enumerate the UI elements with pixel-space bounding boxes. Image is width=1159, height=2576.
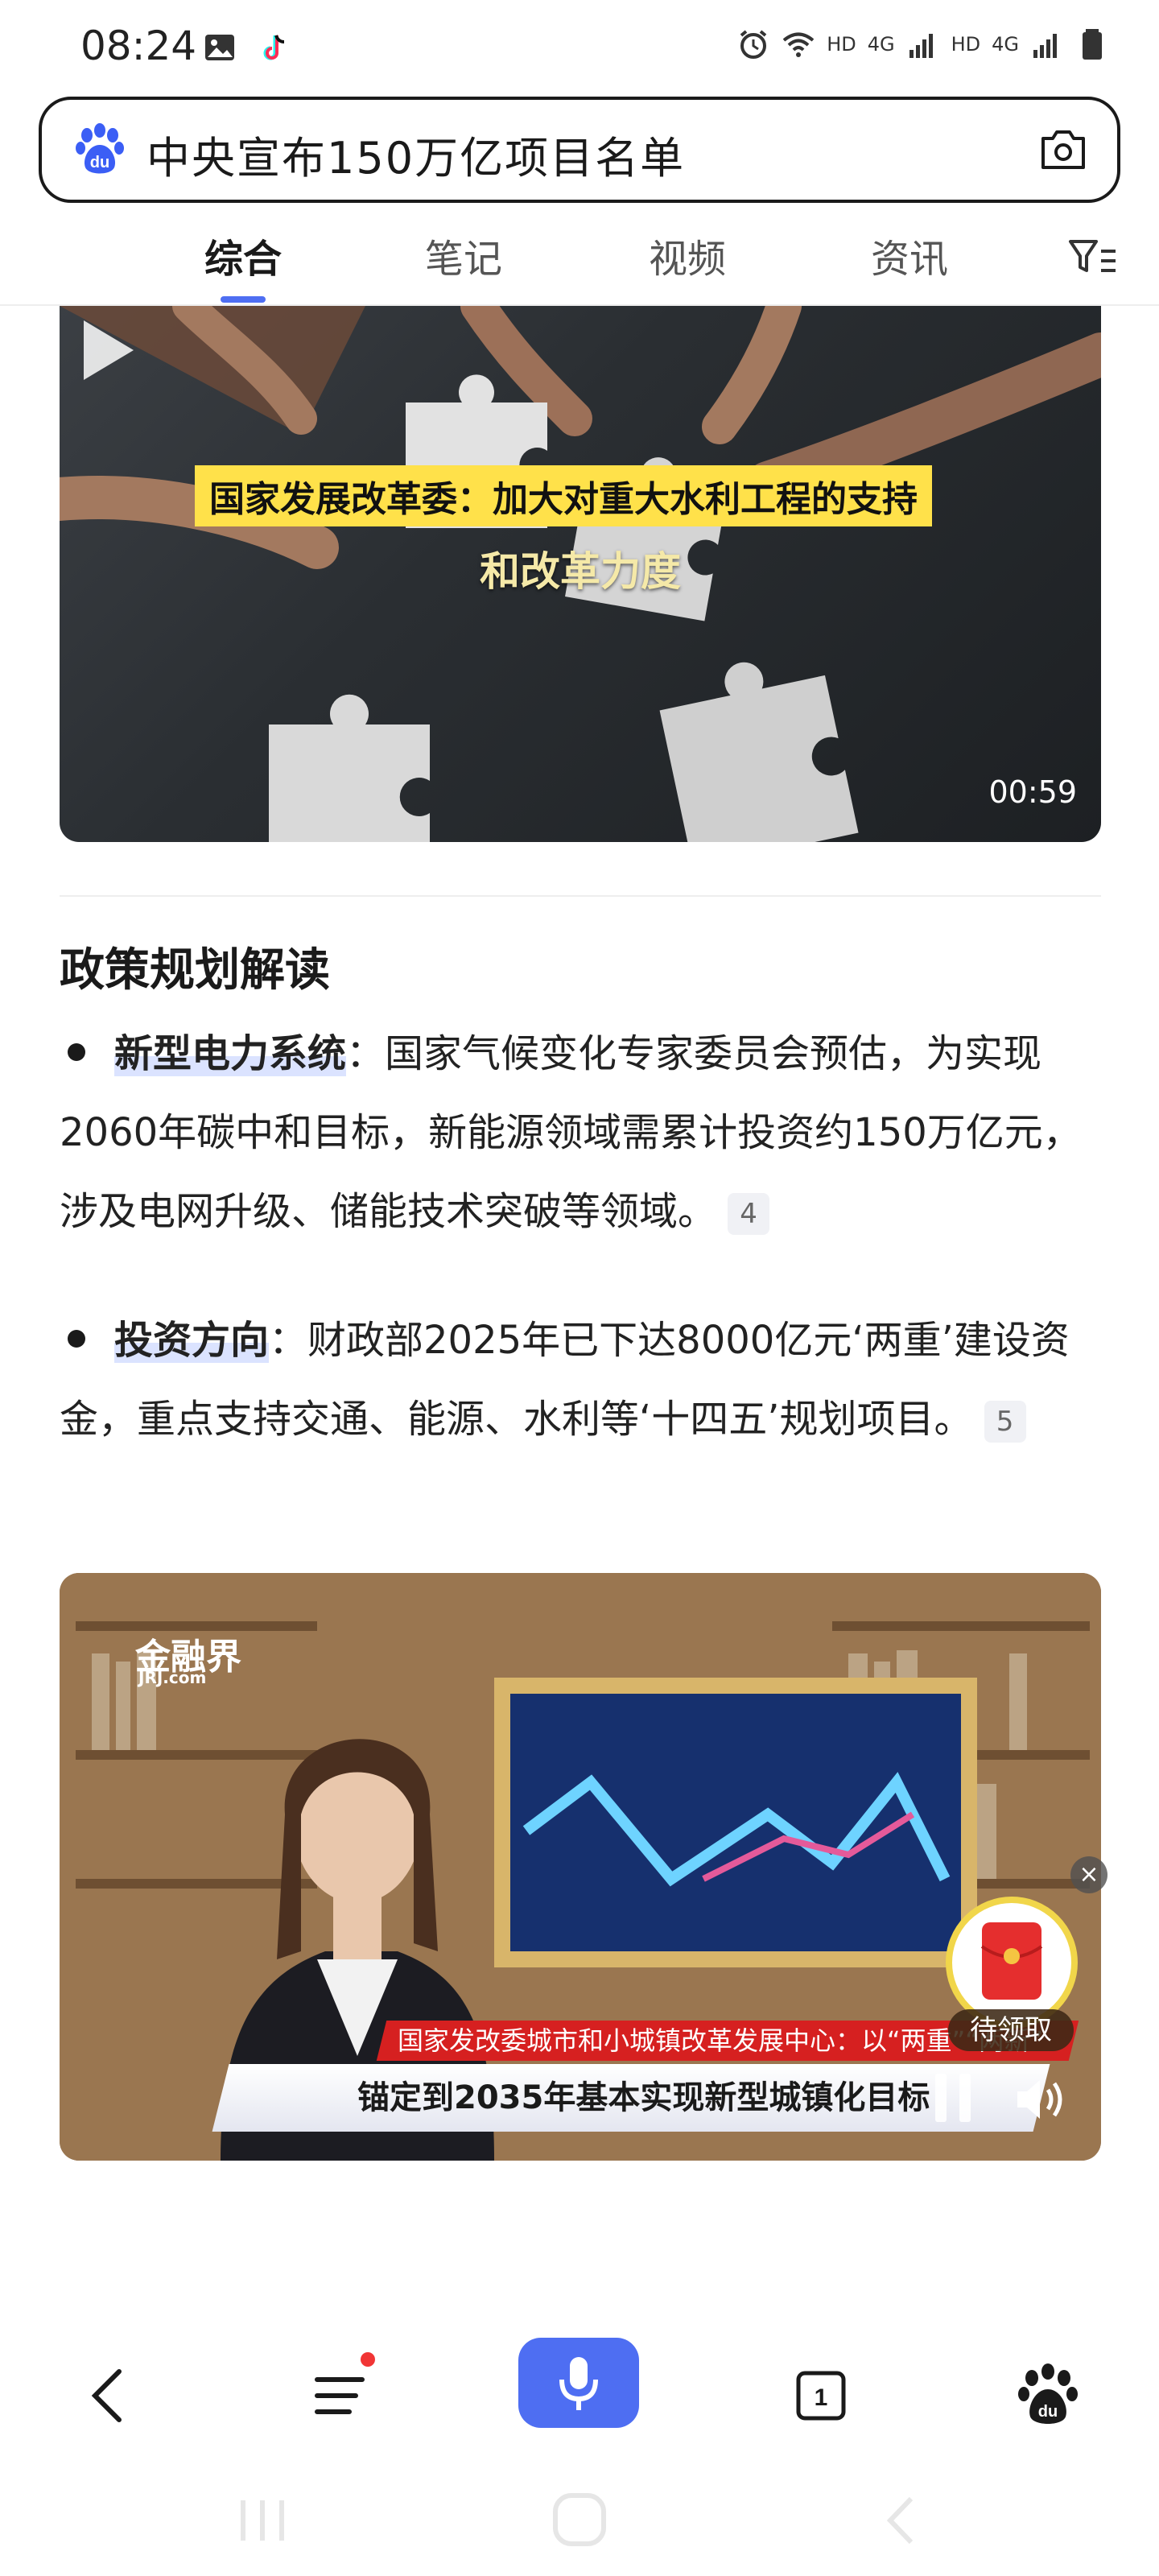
reference-badge[interactable]: 5 <box>984 1401 1026 1443</box>
volume-icon[interactable] <box>1013 2074 1069 2125</box>
alarm-icon <box>740 30 767 59</box>
reference-badge[interactable]: 4 <box>728 1193 770 1235</box>
tab-videos[interactable]: 视频 <box>649 227 726 283</box>
red-packet-label[interactable]: 待领取 <box>948 2009 1074 2051</box>
baidu-home-icon[interactable]: du <box>1008 2355 1088 2436</box>
tab-notes[interactable]: 笔记 <box>425 227 502 283</box>
network-label-hd2: HD <box>951 33 981 56</box>
tabs-icon[interactable]: 1 <box>781 2355 861 2436</box>
recent-apps-icon[interactable] <box>230 2492 295 2549</box>
home-icon[interactable] <box>549 2489 610 2550</box>
microphone-icon <box>559 2357 598 2410</box>
gallery-icon <box>205 35 234 60</box>
back-icon[interactable] <box>69 2355 150 2436</box>
play-icon[interactable] <box>60 306 148 394</box>
filter-icon[interactable] <box>1067 235 1119 280</box>
close-icon[interactable]: × <box>1070 1856 1107 1893</box>
search-query[interactable]: 中央宣布150万亿项目名单 <box>146 122 685 186</box>
video1-caption-line2: 和改革力度 <box>480 548 681 595</box>
bottom-nav: 1 du <box>0 2323 1159 2468</box>
status-notification-icons <box>203 31 291 64</box>
signal-icon <box>909 34 933 58</box>
network-label-4g2: 4G <box>992 33 1019 56</box>
tab-comprehensive[interactable]: 综合 <box>204 227 282 283</box>
baidu-logo-text: du <box>90 154 109 171</box>
network-label-hd1: HD <box>827 33 856 56</box>
video-player-1[interactable]: 国家发展改革委：加大对重大水利工程的支持 和改革力度 00:59 <box>60 306 1101 842</box>
signal-icon-2 <box>1033 34 1057 58</box>
battery-icon <box>1083 29 1102 60</box>
bullet-dot <box>68 1330 85 1348</box>
camera-icon[interactable] <box>1037 124 1090 177</box>
tiktok-icon <box>263 35 285 60</box>
video1-caption-line1: 国家发展改革委：加大对重大水利工程的支持 <box>195 465 932 526</box>
search-bar[interactable]: du 中央宣布150万亿项目名单 <box>39 97 1120 203</box>
baidu-home-logo-text: du <box>1038 2403 1058 2421</box>
news-ticker-main: 锚定到2035年基本实现新型城镇化目标 <box>212 2064 1050 2132</box>
video-player-2[interactable]: 金融界 JRJ.com 国家发改委城市和小城镇改革发展中心：以“两重”“两新” … <box>60 1573 1101 2161</box>
bullet-item-1: 新型电力系统：国家气候变化专家委员会预估，为实现2060年碳中和目标，新能源领域… <box>60 1014 1106 1251</box>
bullet-keyword[interactable]: 投资方向 <box>114 1318 270 1363</box>
tab-news[interactable]: 资讯 <box>871 227 948 283</box>
active-tab-indicator <box>221 296 266 303</box>
baidu-paw-icon: du <box>76 123 124 174</box>
page: 08:24 HD 4G HD 4G du 中央宣布150万亿项目名单 综合 笔记… <box>0 0 1159 2576</box>
system-nav-bar <box>0 2468 1159 2576</box>
status-system-icons: HD 4G HD 4G <box>736 27 1109 61</box>
status-time: 08:24 <box>80 23 197 69</box>
voice-search-button[interactable] <box>518 2338 639 2428</box>
section-divider <box>60 895 1101 897</box>
notification-dot <box>361 2352 375 2367</box>
tab-count: 1 <box>815 2384 828 2411</box>
bullet-keyword[interactable]: 新型电力系统 <box>114 1031 347 1076</box>
bullet-dot <box>68 1043 85 1061</box>
menu-icon[interactable] <box>299 2355 380 2436</box>
tab-bar: 综合 笔记 视频 资讯 <box>0 219 1159 306</box>
system-back-icon[interactable] <box>877 2492 926 2549</box>
wifi-icon <box>782 32 815 57</box>
section-title: 政策规划解读 <box>60 944 330 997</box>
bullet-item-2: 投资方向：财政部2025年已下达8000亿元‘两重’建设资金，重点支持交通、能源… <box>60 1301 1106 1459</box>
pause-icon[interactable] <box>929 2067 977 2128</box>
news-ticker-main-text: 锚定到2035年基本实现新型城镇化目标 <box>357 2079 930 2116</box>
jrj-logo-sub: JRJ.com <box>138 1668 207 1687</box>
video1-duration: 00:59 <box>988 774 1077 810</box>
status-bar: 08:24 HD 4G HD 4G <box>0 0 1159 95</box>
network-label-4g1: 4G <box>867 33 895 56</box>
